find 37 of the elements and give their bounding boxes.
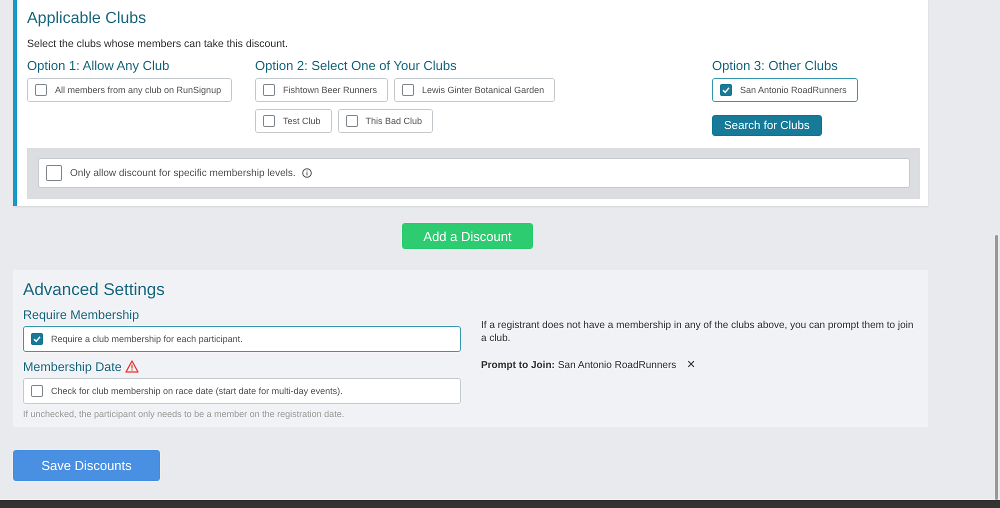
section-title: Advanced Settings bbox=[23, 280, 166, 300]
option-heading: Option 1: Allow Any Club bbox=[27, 58, 170, 73]
warning-icon bbox=[124, 360, 139, 373]
checkmark-icon bbox=[722, 86, 730, 94]
club-checkbox[interactable]: San Antonio RoadRunners bbox=[712, 78, 858, 102]
option-heading: Option 3: Other Clubs bbox=[712, 58, 839, 73]
checkbox[interactable] bbox=[31, 385, 43, 397]
info-icon[interactable] bbox=[302, 168, 312, 178]
checkbox[interactable] bbox=[720, 84, 732, 96]
prompt-info: If a registrant does not have a membership in any of the clubs above, you can prompt them to join a club. bbox=[481, 320, 914, 345]
club-checkbox[interactable]: This Bad Club bbox=[338, 109, 434, 133]
setting-heading: Require Membership bbox=[23, 308, 140, 322]
club-checkbox[interactable]: Test Club bbox=[255, 109, 332, 133]
setting-heading: Membership Date bbox=[23, 360, 122, 374]
checkmark-icon bbox=[33, 335, 41, 343]
checkbox[interactable] bbox=[402, 84, 414, 96]
checkbox[interactable] bbox=[346, 115, 358, 127]
scrollbar[interactable] bbox=[995, 235, 998, 500]
club-checkbox[interactable]: All members from any club on RunSignup bbox=[27, 78, 232, 102]
checkbox[interactable] bbox=[35, 84, 47, 96]
checkbox[interactable] bbox=[46, 165, 62, 181]
option-heading: Option 2: Select One of Your Clubs bbox=[255, 58, 458, 73]
membership-levels-checkbox[interactable]: Only allow discount for specific membership levels. bbox=[38, 158, 910, 188]
club-checkbox[interactable]: Lewis Ginter Botanical Garden bbox=[394, 78, 556, 102]
prompt-label: Prompt to Join: bbox=[481, 360, 555, 372]
checkbox[interactable] bbox=[31, 333, 43, 345]
search-clubs-button[interactable]: Search for Clubs bbox=[712, 115, 822, 136]
prompt-club: San Antonio RoadRunners bbox=[558, 360, 676, 372]
section-title: Applicable Clubs bbox=[27, 10, 148, 28]
description: Select the clubs whose members can take this discount. bbox=[27, 38, 289, 50]
help-text: If unchecked, the participant only needs to be a member on the registration date. bbox=[23, 409, 346, 419]
require-membership-checkbox[interactable]: Require a club membership for each participant. bbox=[23, 326, 461, 352]
remove-button[interactable]: ✕ bbox=[686, 359, 696, 373]
membership-date-checkbox[interactable]: Check for club membership on race date (start date for multi-day events). bbox=[23, 378, 461, 404]
club-checkbox[interactable]: Fishtown Beer Runners bbox=[255, 78, 388, 102]
checkbox[interactable] bbox=[263, 84, 275, 96]
checkbox[interactable] bbox=[263, 115, 275, 127]
